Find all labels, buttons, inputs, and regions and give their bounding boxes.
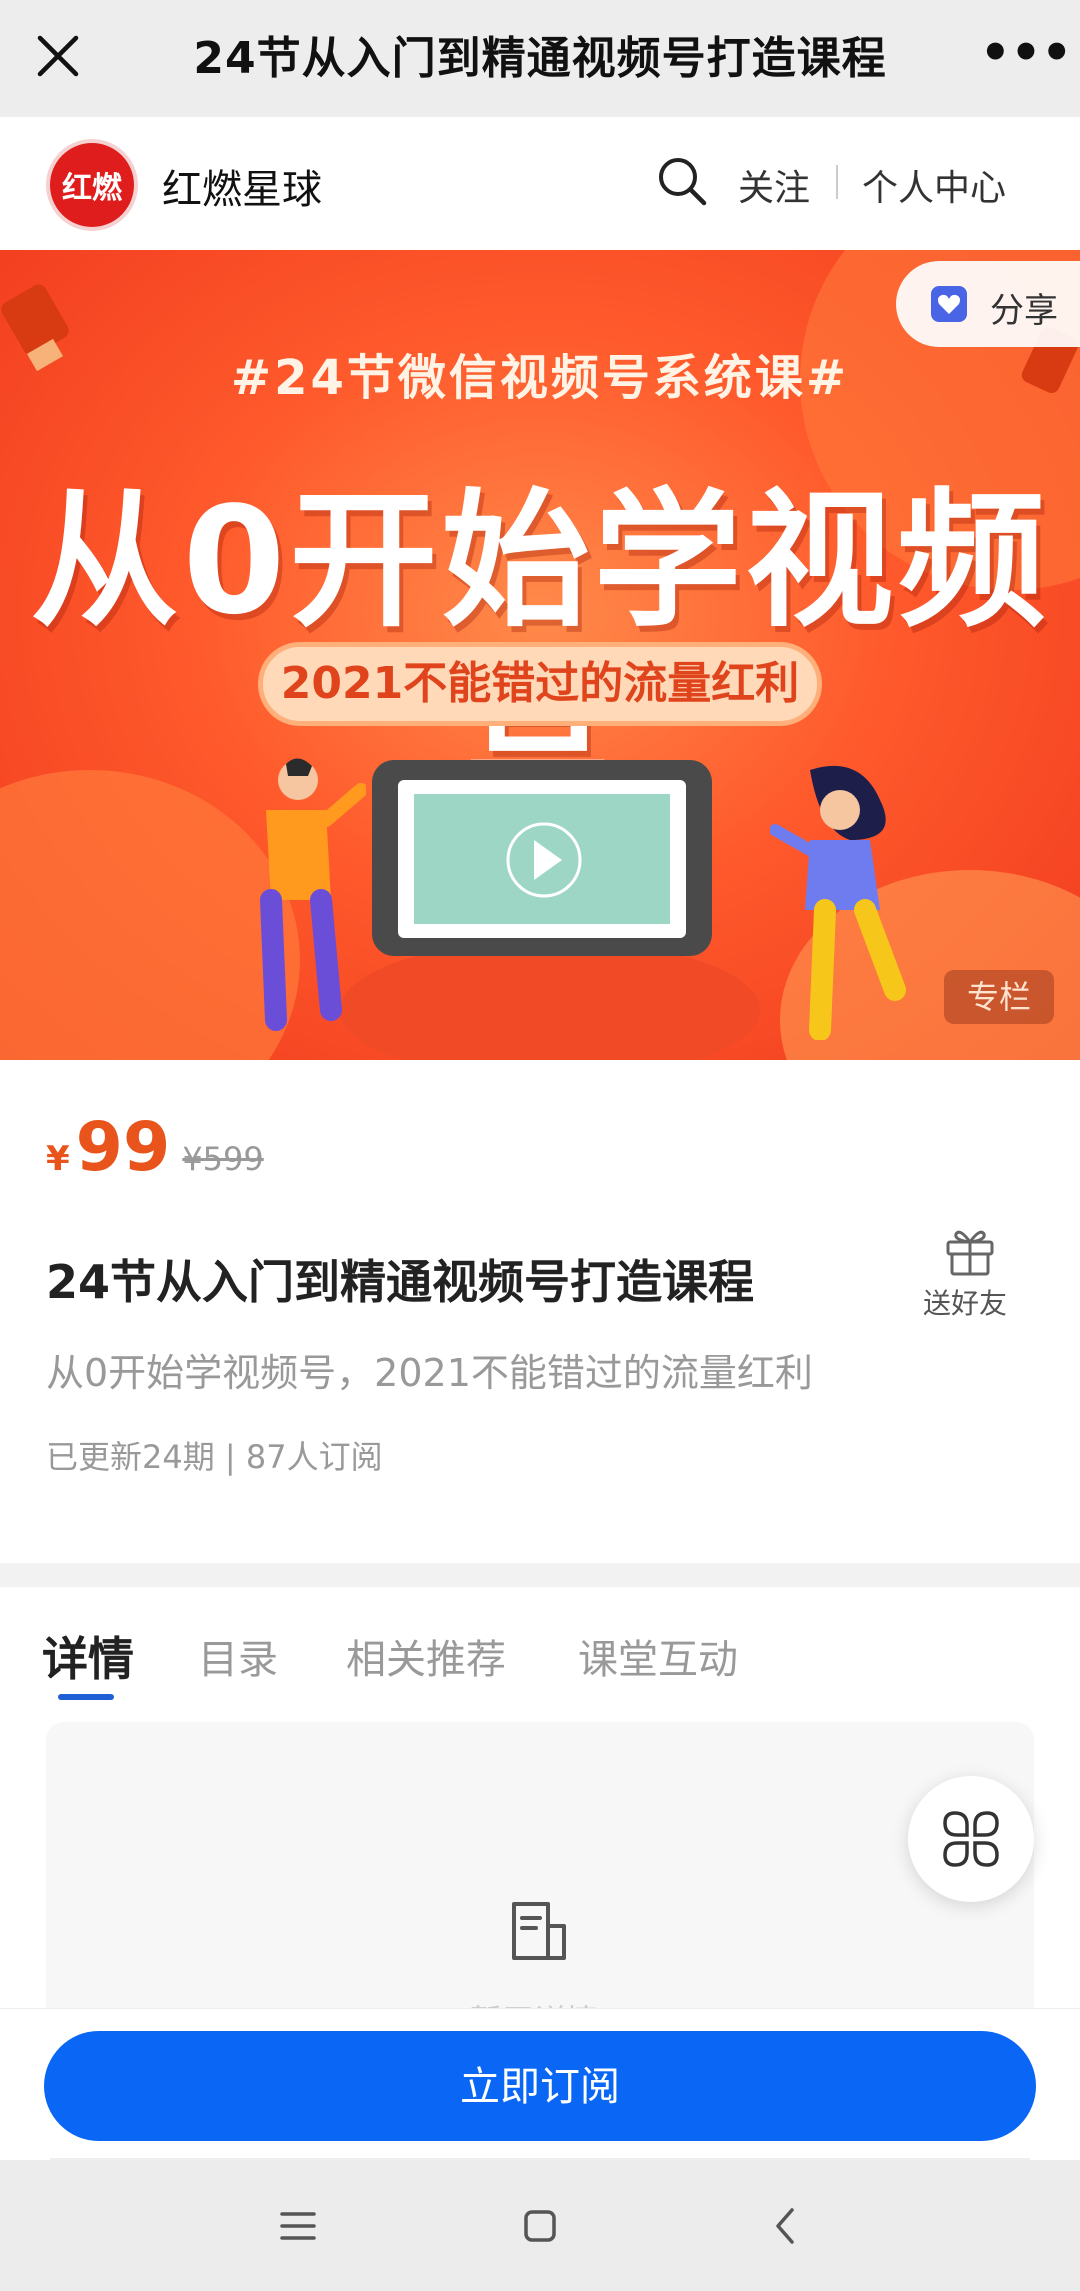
course-meta: 已更新24期 | 87人订阅 [46,1438,383,1476]
person-illustration [260,758,366,1031]
person-illustration [770,765,906,1040]
shop-name[interactable]: 红燃星球 [162,157,322,215]
apps-button[interactable] [908,1776,1034,1902]
banner-subheadline: 2021不能错过的流量红利 [258,642,822,726]
stage-illustration [340,940,760,1060]
tab-catalog[interactable]: 目录 [198,1627,278,1685]
current-price: 99 [75,1108,171,1187]
gift-icon [946,1230,994,1276]
original-price: ¥599 [182,1140,264,1178]
home-icon[interactable] [514,2200,566,2252]
gift-button[interactable]: 送好友 [923,1222,1010,1322]
more-icon[interactable]: ••• [980,29,1072,77]
course-subtitle: 从0开始学视频号，2021不能错过的流量红利 [46,1351,813,1395]
tab-bar: 详情 目录 相关推荐 课堂互动 [0,1587,1080,1697]
profile-link[interactable]: 个人中心 [862,159,1006,211]
subscribe-button[interactable]: 立即订阅 [44,2031,1036,2141]
back-icon[interactable] [760,2200,812,2252]
system-nav-bar [0,2160,1080,2291]
shop-logo[interactable]: 红燃 [46,139,138,231]
details-card [46,1722,1034,2022]
search-icon[interactable] [654,153,710,209]
course-title: 24节从入门到精通视频号打造课程 [46,1255,755,1309]
tab-details[interactable]: 详情 [42,1623,134,1689]
share-label: 分享 [990,291,1058,331]
tab-recommend[interactable]: 相关推荐 [346,1627,506,1685]
course-banner[interactable]: #24节微信视频号系统课# 从0开始学视频号 2021不能错过的流量红利 [0,250,1080,1060]
tab-interaction[interactable]: 课堂互动 [578,1627,738,1685]
column-badge: 专栏 [944,970,1054,1024]
play-icon [506,822,582,898]
share-icon [931,286,967,322]
active-tab-indicator [58,1694,114,1700]
price-row: ¥ 99 ¥599 [46,1108,264,1187]
page-title: 24节从入门到精通视频号打造课程 [193,33,887,84]
share-button[interactable]: 分享 [896,261,1080,347]
document-icon [512,1902,566,1960]
section-divider [0,1563,1080,1587]
follow-button[interactable]: 关注 [738,159,810,211]
webview-topbar: 24节从入门到精通视频号打造课程 ••• [0,0,1080,117]
menu-icon[interactable] [272,2200,324,2252]
shop-header: 红燃 红燃星球 关注 个人中心 [0,117,1080,250]
gift-label: 送好友 [922,1287,1007,1320]
currency-symbol: ¥ [46,1139,70,1179]
banner-hashtag: #24节微信视频号系统课# [230,350,850,406]
apps-icon [943,1811,999,1867]
header-divider [836,165,838,199]
